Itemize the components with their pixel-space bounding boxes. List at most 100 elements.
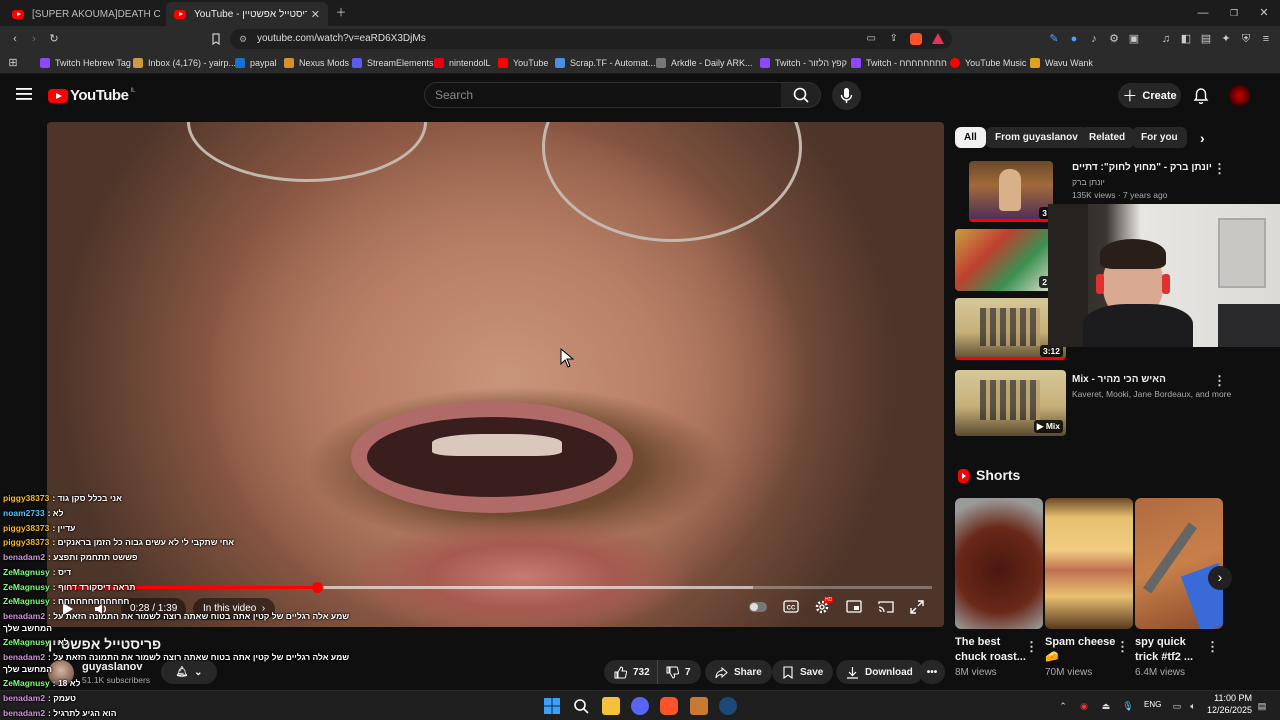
bookmark-item[interactable]: Scrap.TF - Automat... (555, 56, 656, 70)
subtitles-cc-icon[interactable]: CC (783, 600, 799, 613)
more-actions-icon[interactable]: ⋮ (1025, 640, 1038, 654)
share-page-icon[interactable]: ⇪ (890, 29, 898, 49)
short-title[interactable]: Spam cheese 🧀 (1045, 635, 1119, 665)
bookmark-item[interactable]: Twitch - חחחחחחחח (851, 56, 947, 70)
forward-icon[interactable]: › (27, 32, 41, 46)
language-indicator[interactable]: ENG (1144, 700, 1161, 709)
share-button[interactable]: Share (705, 660, 772, 684)
microphone-tray-icon[interactable]: 🎙︎ (1122, 700, 1134, 712)
short-thumbnail[interactable] (1135, 498, 1223, 629)
chips-next-chevron-icon[interactable]: › (1200, 130, 1205, 146)
browser-tab-1[interactable]: [SUPER AKOUMA]DEATH COMBO C... (4, 2, 160, 26)
sidebar-icon[interactable]: ◧ (1179, 32, 1193, 46)
bookmark-item[interactable]: paypal (235, 56, 277, 70)
tray-overflow-icon[interactable]: ⌃ (1057, 700, 1069, 712)
browser-menu-icon[interactable]: ≡ (1259, 32, 1273, 46)
clock-time[interactable]: 11:00 PM (1212, 693, 1252, 703)
recommendation-thumbnail[interactable]: 2 (955, 229, 1053, 291)
address-field[interactable]: ⚙ youtube.com/watch?v=eaRD6X3DjMs ▭ ⇪ (230, 29, 952, 49)
steam-icon[interactable] (719, 697, 737, 715)
notification-center-icon[interactable]: ▤ (1256, 700, 1268, 712)
progress-bar[interactable] (59, 582, 932, 593)
extension-3-icon[interactable]: ⚙ (1107, 32, 1121, 46)
browser-tab-2[interactable]: YouTube - פריסטייל אפשטיין ✕ (166, 2, 328, 26)
chip-for-you[interactable]: For you (1132, 127, 1187, 148)
new-tab-icon[interactable]: ＋ (334, 6, 348, 20)
notifications-bell-icon[interactable] (1193, 87, 1209, 104)
leo-ai-icon[interactable]: ✦ (1219, 32, 1233, 46)
speaker-icon[interactable]: 🔈︎ (1187, 700, 1199, 712)
media-icon[interactable]: ♫ (1159, 32, 1173, 46)
reload-icon[interactable]: ↻ (47, 32, 61, 46)
bookmark-item[interactable]: nintendolL (434, 56, 491, 70)
chip-related[interactable]: Related (1080, 127, 1135, 148)
account-avatar[interactable] (1229, 85, 1250, 106)
bookmark-item[interactable]: Arkdle - Daily ARK... (656, 56, 753, 70)
bookmark-item[interactable]: Inbox (4,176) - yairp... (133, 56, 236, 70)
more-actions-icon[interactable]: ⋮ (1213, 162, 1226, 176)
bookmark-item[interactable]: Twitch Hebrew Tag (40, 56, 131, 70)
recommendation-title[interactable]: Mix - האיש הכי מהיר (1072, 374, 1166, 385)
minimize-icon[interactable]: — (1196, 6, 1210, 20)
usb-icon[interactable]: ⏏ (1100, 700, 1112, 712)
search-input[interactable]: Search (424, 82, 782, 108)
bookmark-item[interactable]: StreamElements (352, 56, 434, 70)
video-player[interactable]: 0:28 / 1:39 In this video › CC HD (47, 122, 944, 627)
miniplayer-icon[interactable] (846, 600, 862, 613)
brave-rewards-icon[interactable] (932, 33, 944, 44)
channel-name[interactable]: guyaslanov (82, 661, 143, 673)
network-icon[interactable]: ▭ (1171, 700, 1183, 712)
extension-4-icon[interactable]: ▣ (1127, 32, 1141, 46)
recommendation-channel[interactable]: יונתן ברק (1072, 177, 1105, 187)
shorts-next-chevron-icon[interactable]: › (1208, 566, 1232, 590)
settings-gear-icon[interactable]: HD (814, 597, 834, 615)
create-button[interactable]: ＋ Create (1118, 83, 1181, 108)
progress-scrubber-handle[interactable] (311, 582, 323, 593)
subscribed-notifications-button[interactable]: 🔔︎ ⌄ (161, 660, 217, 684)
short-title[interactable]: The best chuck roast... (955, 635, 1029, 665)
brave-browser-icon[interactable] (660, 697, 678, 715)
bookmark-item[interactable]: YouTube Music (950, 56, 1026, 70)
apps-grid-icon[interactable]: ⊞ (6, 56, 20, 70)
more-actions-icon[interactable]: ⋮ (1116, 640, 1129, 654)
search-button[interactable] (781, 82, 821, 108)
chip-all[interactable]: All (955, 127, 986, 148)
menu-hamburger-icon[interactable] (16, 87, 32, 101)
recommendation-channel[interactable]: Kaveret, Mooki, Jane Bordeaux, and more (1072, 389, 1231, 399)
tab-close-icon[interactable]: ✕ (311, 8, 320, 21)
restore-icon[interactable]: ❐ (1227, 6, 1241, 20)
taskbar-search-icon[interactable] (572, 697, 590, 715)
short-title[interactable]: spy quick trick #tf2 ... (1135, 635, 1209, 665)
fullscreen-icon[interactable] (910, 600, 924, 614)
clock-date[interactable]: 12/26/2025 (1200, 705, 1252, 715)
short-thumbnail[interactable] (955, 498, 1043, 629)
brave-shields-icon[interactable] (910, 33, 922, 45)
discord-icon[interactable] (631, 697, 649, 715)
windows-start-icon[interactable] (543, 697, 561, 715)
wallet-icon[interactable]: ▤ (1199, 32, 1213, 46)
more-actions-icon[interactable]: ⋮ (1213, 374, 1226, 388)
screenshot-icon[interactable]: ▭ (867, 29, 876, 49)
file-explorer-icon[interactable] (602, 697, 620, 715)
site-info-icon[interactable]: ⚙ (239, 29, 247, 49)
download-button[interactable]: Download (836, 660, 923, 684)
like-button[interactable]: 732 (604, 660, 658, 684)
recommendation-title[interactable]: יונתן ברק - "מחוץ לחוק": דתיים (1072, 162, 1212, 173)
bookmark-item[interactable]: Twitch - קפץ הלזור (760, 56, 847, 70)
bookmark-item[interactable]: Nexus Mods (284, 56, 349, 70)
bookmark-page-icon[interactable] (209, 32, 223, 46)
app-icon[interactable] (690, 697, 708, 715)
extension-2-icon[interactable]: ● (1067, 32, 1081, 46)
tray-app-icon[interactable]: ◉ (1078, 700, 1090, 712)
cast-icon[interactable] (878, 600, 894, 613)
back-icon[interactable]: ‹ (8, 32, 22, 46)
vpn-icon[interactable]: ⛨ (1239, 32, 1253, 46)
more-video-actions-button[interactable]: ••• (919, 660, 945, 684)
extension-1-icon[interactable]: ✎ (1047, 32, 1061, 46)
dislike-button[interactable]: 7 (657, 660, 701, 684)
save-button[interactable]: Save (772, 660, 834, 684)
recommendation-thumbnail[interactable]: 3 (969, 161, 1053, 222)
chip-from-channel[interactable]: From guyaslanov (986, 127, 1087, 148)
autoplay-toggle[interactable] (749, 602, 767, 612)
volume-extension-icon[interactable]: ♪ (1087, 32, 1101, 46)
